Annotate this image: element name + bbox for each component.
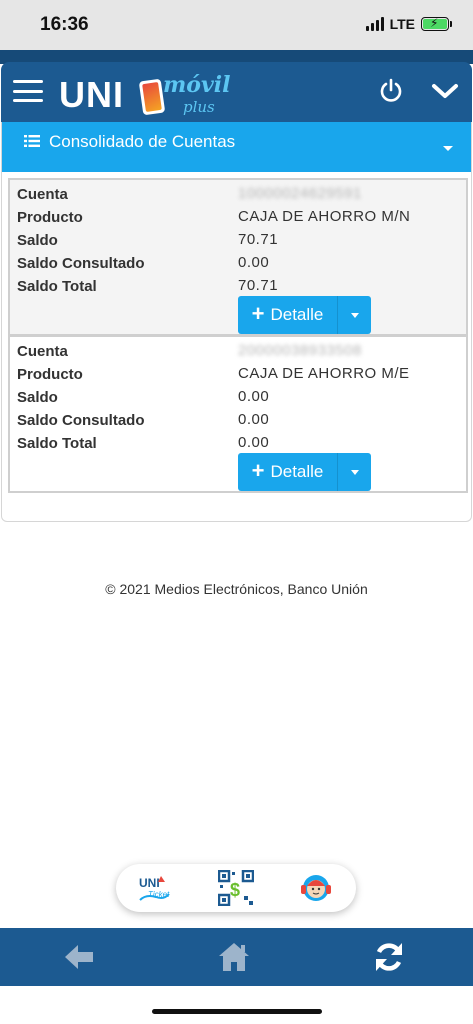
plus-icon: + <box>251 301 265 326</box>
caret-down-icon <box>443 146 453 151</box>
uni-movil-plus-logo: UNI móvil plus <box>59 70 231 118</box>
caret-down-icon <box>350 469 359 475</box>
account-row-saldo-consultado: Saldo Consultado 0.00 <box>17 253 457 275</box>
status-time: 16:36 <box>40 14 89 35</box>
value-producto: CAJA DE AHORRO M/N <box>238 208 411 225</box>
status-indicators: LTE ⚡ <box>365 16 452 32</box>
status-bar: 16:36 LTE ⚡ <box>0 0 473 50</box>
copyright-text: © 2021 Medios Electrónicos, Banco Unión <box>105 581 368 597</box>
detalle-button-group: + Detalle <box>238 453 371 491</box>
quick-access-bar: UNI Ticket $ <box>116 864 356 912</box>
account-row-saldo-total: Saldo Total 70.71 <box>17 276 457 298</box>
logo-movil-text: móvil <box>163 72 231 98</box>
label-producto: Producto <box>17 209 83 226</box>
account-row-producto: Producto CAJA DE AHORRO M/N <box>17 207 457 229</box>
account-card: Cuenta 10000024629591 Producto CAJA DE A… <box>8 178 468 336</box>
value-cuenta: 10000024629591 <box>238 185 362 202</box>
support-agent-icon[interactable] <box>298 870 334 906</box>
plus-icon: + <box>251 458 265 483</box>
bottom-nav <box>0 928 473 986</box>
value-saldo-consultado: 0.00 <box>238 254 270 271</box>
detalle-dropdown-toggle[interactable] <box>338 296 371 334</box>
detalle-label: Detalle <box>270 305 324 324</box>
arrow-left-icon[interactable] <box>62 940 96 974</box>
value-saldo-consultado: 0.00 <box>238 411 270 428</box>
account-row-saldo: Saldo 0.00 <box>17 387 457 409</box>
power-icon[interactable] <box>378 78 404 104</box>
uniticket-uni-text: UNI <box>139 876 160 890</box>
label-cuenta: Cuenta <box>17 343 68 360</box>
label-saldo: Saldo <box>17 389 58 406</box>
logo-uni-text: UNI <box>59 74 124 115</box>
panel-header[interactable]: Consolidado de Cuentas <box>2 122 471 172</box>
logo-plus-text: plus <box>183 98 215 116</box>
signal-icon <box>365 17 384 31</box>
battery-icon: ⚡ <box>421 16 452 31</box>
phone-icon <box>138 78 166 116</box>
detalle-button[interactable]: + Detalle <box>238 453 338 491</box>
label-producto: Producto <box>17 366 83 383</box>
value-saldo: 0.00 <box>238 388 270 405</box>
detalle-label: Detalle <box>270 462 324 481</box>
uniticket-ticket-text: Ticket <box>148 890 170 899</box>
value-cuenta: 20000038933508 <box>238 342 362 359</box>
svg-text:$: $ <box>230 880 240 900</box>
chevron-down-icon[interactable] <box>430 80 460 102</box>
label-saldo-consultado: Saldo Consultado <box>17 412 145 429</box>
detalle-dropdown-toggle[interactable] <box>338 453 371 491</box>
home-icon[interactable] <box>217 940 251 974</box>
refresh-icon[interactable] <box>372 940 406 974</box>
account-row-saldo-total: Saldo Total 0.00 <box>17 433 457 455</box>
network-type: LTE <box>389 16 415 32</box>
account-card: Cuenta 20000038933508 Producto CAJA DE A… <box>8 335 468 493</box>
list-icon <box>24 135 40 147</box>
panel-title: Consolidado de Cuentas <box>49 132 236 151</box>
account-row-cuenta: Cuenta 10000024629591 <box>17 184 457 206</box>
value-saldo: 70.71 <box>238 231 279 248</box>
accounts-panel: Consolidado de Cuentas Cuenta 1000002462… <box>1 122 472 522</box>
account-row-cuenta: Cuenta 20000038933508 <box>17 341 457 363</box>
label-cuenta: Cuenta <box>17 186 68 203</box>
app-header: UNI móvil plus <box>1 62 472 122</box>
qr-payment-icon[interactable]: $ <box>218 870 254 906</box>
account-row-producto: Producto CAJA DE AHORRO M/E <box>17 364 457 386</box>
home-indicator[interactable] <box>152 1009 322 1014</box>
hamburger-icon[interactable] <box>13 80 43 102</box>
label-saldo-total: Saldo Total <box>17 435 97 452</box>
value-producto: CAJA DE AHORRO M/E <box>238 365 410 382</box>
label-saldo-total: Saldo Total <box>17 278 97 295</box>
uniticket-icon[interactable]: UNI Ticket <box>136 870 172 906</box>
detalle-button[interactable]: + Detalle <box>238 296 338 334</box>
value-saldo-total: 70.71 <box>238 277 279 294</box>
home-bar-area <box>0 986 473 1024</box>
value-saldo-total: 0.00 <box>238 434 270 451</box>
account-row-saldo: Saldo 70.71 <box>17 230 457 252</box>
account-row-saldo-consultado: Saldo Consultado 0.00 <box>17 410 457 432</box>
label-saldo: Saldo <box>17 232 58 249</box>
caret-down-icon <box>350 312 359 318</box>
detalle-button-group: + Detalle <box>238 296 371 334</box>
label-saldo-consultado: Saldo Consultado <box>17 255 145 272</box>
